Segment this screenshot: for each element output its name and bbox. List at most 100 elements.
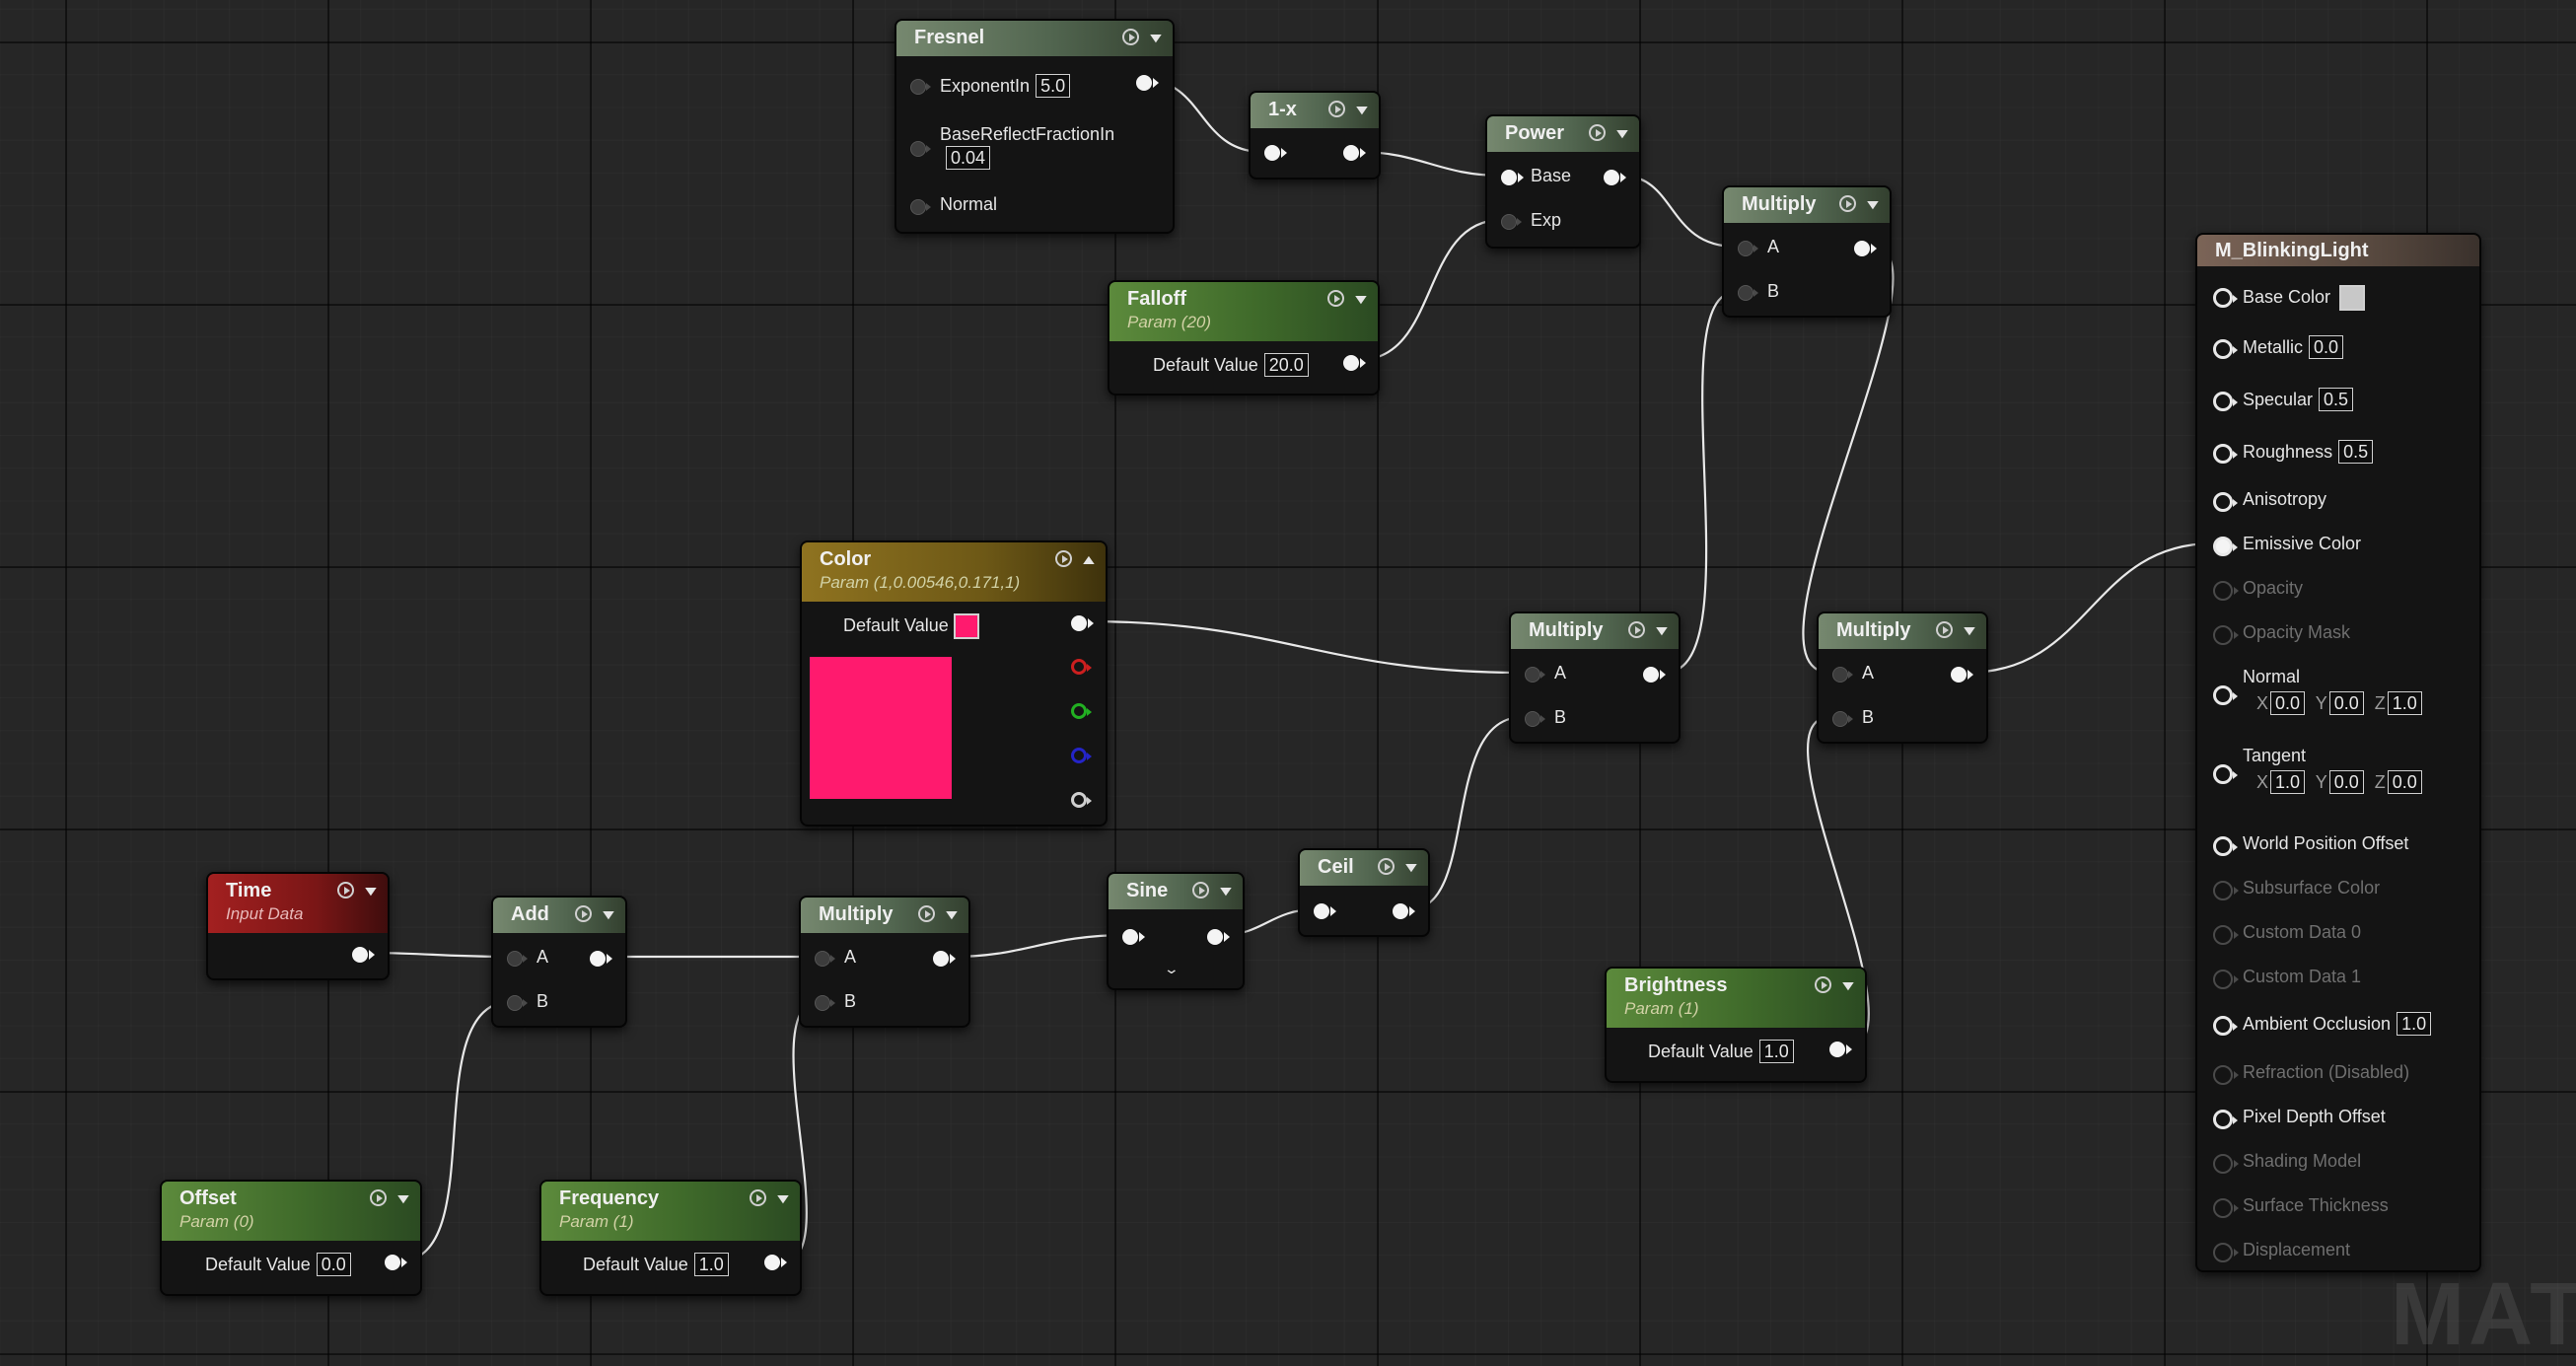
preview-icon[interactable] (1327, 290, 1345, 307)
input-pin-base-color[interactable] (2213, 288, 2238, 308)
preview-icon[interactable] (1628, 621, 1646, 638)
preview-icon[interactable] (750, 1189, 767, 1206)
input-pin-a[interactable] (1832, 667, 1853, 683)
chevron-down-icon[interactable]: ▼ (361, 883, 380, 899)
default-value-field[interactable]: 1.0 (693, 1253, 729, 1276)
node-header[interactable]: Fresnel ▼ (896, 21, 1173, 56)
chevron-down-icon[interactable]: ▼ (1401, 859, 1420, 875)
chevron-down-icon[interactable]: ▼ (1960, 622, 1978, 638)
input-pin-normal[interactable] (2213, 685, 2238, 705)
preview-icon[interactable] (918, 905, 936, 922)
output-pin[interactable] (385, 1255, 407, 1270)
preview-icon[interactable] (370, 1189, 388, 1206)
input-pin-subsurface-color[interactable] (2213, 881, 2239, 900)
specular-value-field[interactable]: 0.5 (2319, 388, 2354, 411)
frequency-node[interactable]: Frequency Param (1) ▼ Default Value 1.0 (539, 1180, 802, 1296)
input-pin-ambient-occlusion[interactable] (2213, 1016, 2238, 1036)
input-pin-pixel-depth-offset[interactable] (2213, 1110, 2238, 1129)
expand-chevron-icon[interactable]: ⌄ (1164, 961, 1180, 977)
input-pin-a[interactable] (1738, 241, 1758, 256)
input-pin-shading-model[interactable] (2213, 1154, 2239, 1174)
color-node[interactable]: Color Param (1,0.00546,0.171,1) ▲ Defaul… (800, 540, 1108, 827)
node-header[interactable]: Brightness Param (1) ▼ (1607, 969, 1865, 1028)
output-pin[interactable] (1207, 929, 1230, 945)
tangent-z-field[interactable]: 0.0 (2387, 770, 2422, 794)
default-color-swatch[interactable] (953, 613, 979, 639)
preview-icon[interactable] (1378, 858, 1395, 875)
output-pin[interactable] (1343, 145, 1366, 161)
output-pin[interactable] (590, 951, 612, 967)
input-pin[interactable] (1314, 903, 1336, 919)
input-pin-a[interactable] (507, 951, 528, 967)
output-pin[interactable] (933, 951, 956, 967)
base-reflect-value-field[interactable]: 0.04 (946, 146, 991, 170)
node-header[interactable]: Power ▼ (1487, 116, 1639, 152)
node-header[interactable]: Multiply ▼ (801, 898, 968, 933)
output-pin-rgb[interactable] (1071, 615, 1094, 631)
output-pin[interactable] (1136, 75, 1159, 91)
input-pin-opacity-mask[interactable] (2213, 625, 2239, 645)
sine-node[interactable]: Sine ▼ ⌄ (1107, 872, 1245, 990)
input-pin-b[interactable] (1525, 711, 1545, 727)
chevron-down-icon[interactable]: ▼ (1146, 30, 1165, 45)
one-minus-node[interactable]: 1-x ▼ (1249, 91, 1381, 180)
input-pin[interactable] (1122, 929, 1145, 945)
chevron-down-icon[interactable]: ▼ (394, 1190, 412, 1206)
input-pin-displacement[interactable] (2213, 1243, 2239, 1262)
input-pin-tangent[interactable] (2213, 764, 2238, 784)
input-pin-roughness[interactable] (2213, 444, 2238, 464)
time-node[interactable]: Time Input Data ▼ (206, 872, 390, 980)
exponent-value-field[interactable]: 5.0 (1036, 74, 1071, 98)
offset-node[interactable]: Offset Param (0) ▼ Default Value 0.0 (160, 1180, 422, 1296)
normal-z-field[interactable]: 1.0 (2387, 691, 2422, 715)
node-header[interactable]: Frequency Param (1) ▼ (541, 1182, 800, 1241)
input-pin-anisotropy[interactable] (2213, 492, 2238, 512)
preview-icon[interactable] (575, 905, 593, 922)
add-node[interactable]: Add ▼ A B (491, 896, 627, 1028)
node-header[interactable]: M_BlinkingLight (2197, 235, 2479, 266)
input-pin-world-position-offset[interactable] (2213, 836, 2238, 856)
chevron-down-icon[interactable]: ▼ (1216, 883, 1235, 899)
output-pin[interactable] (1829, 1042, 1852, 1057)
output-pin[interactable] (1604, 170, 1626, 185)
preview-icon[interactable] (1815, 976, 1832, 993)
input-pin-b[interactable] (815, 995, 835, 1011)
falloff-node[interactable]: Falloff Param (20) ▼ Default Value 20.0 (1108, 280, 1380, 395)
node-header[interactable]: Ceil ▼ (1300, 850, 1428, 886)
input-pin-normal[interactable] (910, 199, 931, 215)
node-header[interactable]: Color Param (1,0.00546,0.171,1) ▲ (802, 542, 1106, 602)
input-pin-metallic[interactable] (2213, 339, 2238, 359)
node-header[interactable]: Multiply ▼ (1724, 187, 1890, 223)
preview-icon[interactable] (1328, 101, 1346, 117)
input-pin-opacity[interactable] (2213, 581, 2239, 601)
chevron-down-icon[interactable]: ▼ (1652, 622, 1671, 638)
node-header[interactable]: Add ▼ (493, 898, 625, 933)
output-pin[interactable] (1393, 903, 1415, 919)
output-pin[interactable] (1343, 355, 1366, 371)
node-header[interactable]: 1-x ▼ (1251, 93, 1379, 128)
input-pin-custom-data-1[interactable] (2213, 970, 2239, 989)
ceil-node[interactable]: Ceil ▼ (1298, 848, 1430, 937)
input-pin-a[interactable] (815, 951, 835, 967)
default-value-field[interactable]: 0.0 (316, 1253, 351, 1276)
tangent-y-field[interactable]: 0.0 (2328, 770, 2364, 794)
ambient-occlusion-value-field[interactable]: 1.0 (2397, 1012, 2432, 1036)
input-pin-b[interactable] (507, 995, 528, 1011)
input-pin-base-reflect[interactable] (910, 141, 931, 157)
node-header[interactable]: Falloff Param (20) ▼ (1109, 282, 1378, 341)
multiply-mid-node[interactable]: Multiply ▼ A B (1509, 611, 1681, 744)
metallic-value-field[interactable]: 0.0 (2309, 335, 2344, 359)
power-node[interactable]: Power ▼ Base Exp (1485, 114, 1641, 249)
input-pin-specular[interactable] (2213, 392, 2238, 411)
preview-icon[interactable] (1589, 124, 1607, 141)
preview-icon[interactable] (1122, 29, 1140, 45)
chevron-down-icon[interactable]: ▼ (773, 1190, 792, 1206)
multiply-right-node[interactable]: Multiply ▼ A B (1817, 611, 1988, 744)
chevron-down-icon[interactable]: ▼ (1351, 291, 1370, 307)
output-pin-b[interactable] (1071, 748, 1092, 763)
output-pin[interactable] (764, 1255, 787, 1270)
normal-x-field[interactable]: 0.0 (2270, 691, 2306, 715)
chevron-down-icon[interactable]: ▼ (1863, 196, 1882, 212)
fresnel-node[interactable]: Fresnel ▼ ExponentIn 5.0 BaseReflectFract… (894, 19, 1175, 234)
output-pin[interactable] (1854, 241, 1877, 256)
